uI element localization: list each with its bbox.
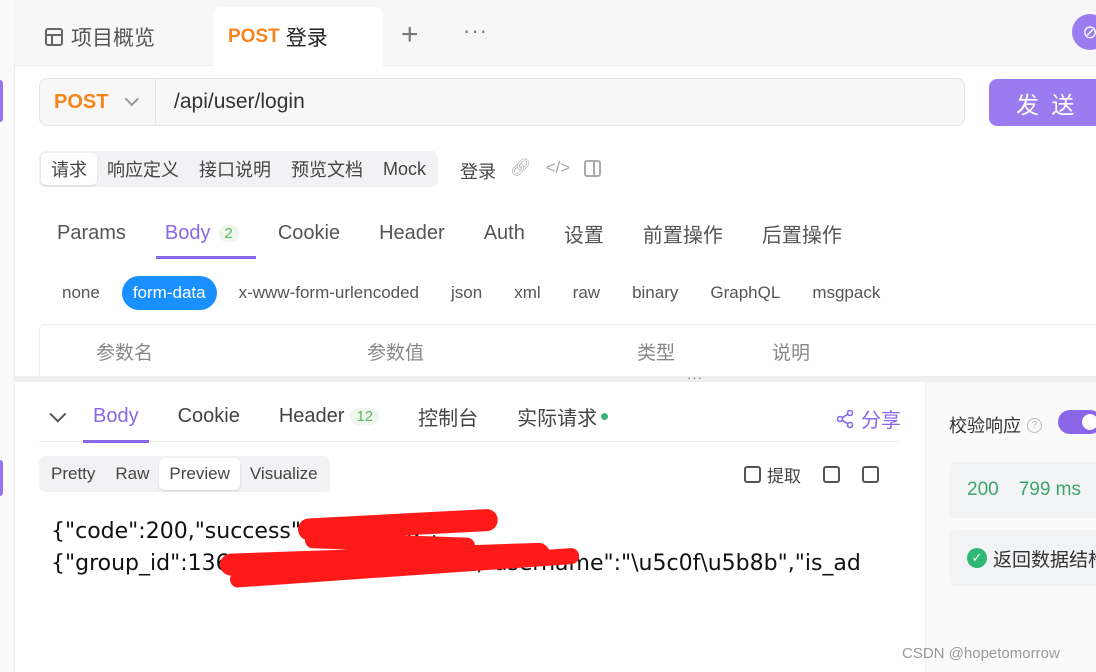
body-type-raw[interactable]: raw (563, 276, 610, 310)
share-button[interactable]: 分享 (835, 404, 901, 433)
tab-cookie[interactable]: Cookie (261, 205, 357, 261)
response-panel: Body Cookie Header 12 控制台 实际请求 分享 Pretty … (15, 382, 925, 672)
copy-icon[interactable] (862, 466, 879, 483)
response-side-panel: 校验响应 ? 200 799 ms ✓ 返回数据结构 (925, 382, 1096, 672)
view-preview[interactable]: Preview (159, 458, 240, 490)
app-sidebar-edge (0, 0, 15, 672)
tab-post-login[interactable]: POST 登录 (213, 7, 383, 66)
view-mode-tabs: Pretty Raw Preview Visualize (39, 456, 330, 492)
body-type-graphql[interactable]: GraphQL (700, 276, 790, 310)
panel-icon[interactable] (584, 159, 602, 177)
body-type-xml[interactable]: xml (504, 276, 550, 310)
layout-icon (45, 27, 63, 46)
column-param-name: 参数名 (96, 343, 154, 364)
column-param-value: 参数值 (367, 343, 425, 364)
tab-post-actions[interactable]: 后置操作 (745, 205, 859, 261)
url-input[interactable]: /api/user/login (156, 90, 305, 114)
body-type-form-data[interactable]: form-data (121, 276, 217, 310)
mode-request[interactable]: 请求 (41, 153, 97, 185)
body-type-binary[interactable]: binary (622, 276, 688, 310)
mode-api-docs[interactable]: 接口说明 (189, 153, 281, 185)
request-tabs: Params Body 2 Cookie Header Auth 设置 前置操作 … (40, 205, 864, 261)
tab-pre-actions[interactable]: 前置操作 (626, 205, 740, 261)
resp-tab-cookie[interactable]: Cookie (176, 392, 242, 442)
verify-response: 校验响应 ? (949, 412, 1042, 438)
resp-tab-actual-request[interactable]: 实际请求 (515, 392, 610, 442)
check-circle-icon: ✓ (967, 548, 987, 568)
response-tabs: Body Cookie Header 12 控制台 实际请求 分享 (39, 392, 901, 443)
tab-method: POST (228, 25, 280, 47)
tab-label: 登录 (285, 26, 328, 50)
body-type-urlencoded[interactable]: x-www-form-urlencoded (229, 276, 429, 310)
tab-bar: 项目概览 POST 登录 + ··· ⊘ (15, 0, 1096, 66)
view-pretty[interactable]: Pretty (41, 458, 105, 490)
status-card: 200 799 ms (949, 462, 1096, 518)
more-tabs-icon[interactable]: ··· (463, 18, 488, 44)
view-raw[interactable]: Raw (105, 458, 159, 490)
body-type-msgpack[interactable]: msgpack (802, 276, 890, 310)
body-type-none[interactable]: none (52, 276, 110, 310)
column-type: 类型 (637, 343, 676, 364)
status-dot (601, 413, 609, 420)
tab-header[interactable]: Header (362, 205, 462, 261)
tab-params[interactable]: Params (40, 205, 143, 261)
header-count-badge: 12 (350, 408, 380, 425)
tab-body[interactable]: Body 2 (148, 205, 256, 261)
link-icon[interactable]: 🔗︎ (510, 158, 532, 178)
tab-auth[interactable]: Auth (467, 205, 542, 261)
extract-icon (744, 466, 761, 483)
response-actions: 提取 (744, 462, 879, 487)
mode-mock[interactable]: Mock (373, 153, 436, 185)
help-icon[interactable]: ? (1027, 417, 1042, 433)
resp-tab-console[interactable]: 控制台 (416, 392, 480, 442)
mode-preview-docs[interactable]: 预览文档 (281, 153, 373, 185)
share-icon (836, 409, 854, 428)
code-icon[interactable]: </> (546, 158, 571, 178)
endpoint-tools: 🔗︎ </> (510, 158, 602, 178)
tab-label: 项目概览 (71, 26, 155, 50)
add-tab-button[interactable]: + (401, 18, 419, 52)
body-type-selector: none form-data x-www-form-urlencoded jso… (52, 275, 902, 311)
sidebar-active-marker (0, 80, 3, 122)
response-time: 799 ms (1018, 479, 1082, 500)
chevron-down-icon (125, 92, 140, 107)
body-count-badge: 2 (218, 224, 239, 242)
tab-settings[interactable]: 设置 (547, 205, 621, 261)
sidebar-active-marker (0, 460, 3, 496)
download-icon[interactable] (823, 466, 840, 483)
resp-tab-header[interactable]: Header 12 (277, 392, 381, 442)
view-visualize[interactable]: Visualize (240, 458, 328, 490)
mode-response-definition[interactable]: 响应定义 (97, 153, 189, 185)
mode-tabs: 请求 响应定义 接口说明 预览文档 Mock (39, 151, 439, 187)
method-label: POST (54, 90, 109, 113)
schema-check-card[interactable]: ✓ 返回数据结构 (949, 530, 1096, 586)
send-button[interactable]: 发 送 (989, 79, 1096, 126)
tab-project-overview[interactable]: 项目概览 (45, 7, 155, 66)
sync-icon[interactable]: ⊘ (1072, 14, 1096, 50)
resp-tab-body[interactable]: Body (83, 392, 149, 443)
column-description: 说明 (772, 343, 811, 364)
watermark: CSDN @hopetomorrow (902, 645, 1060, 662)
extract-button[interactable]: 提取 (744, 462, 801, 487)
params-table-header: 参数名 参数值 类型 说明 (39, 324, 1096, 376)
endpoint-name[interactable]: 登录 (460, 158, 496, 184)
verify-toggle[interactable] (1058, 410, 1096, 434)
body-type-json[interactable]: json (441, 276, 492, 310)
url-bar: POST /api/user/login (39, 78, 965, 126)
collapse-chevron-icon[interactable] (49, 405, 67, 423)
status-code: 200 (967, 479, 999, 500)
method-select[interactable]: POST (40, 79, 156, 125)
